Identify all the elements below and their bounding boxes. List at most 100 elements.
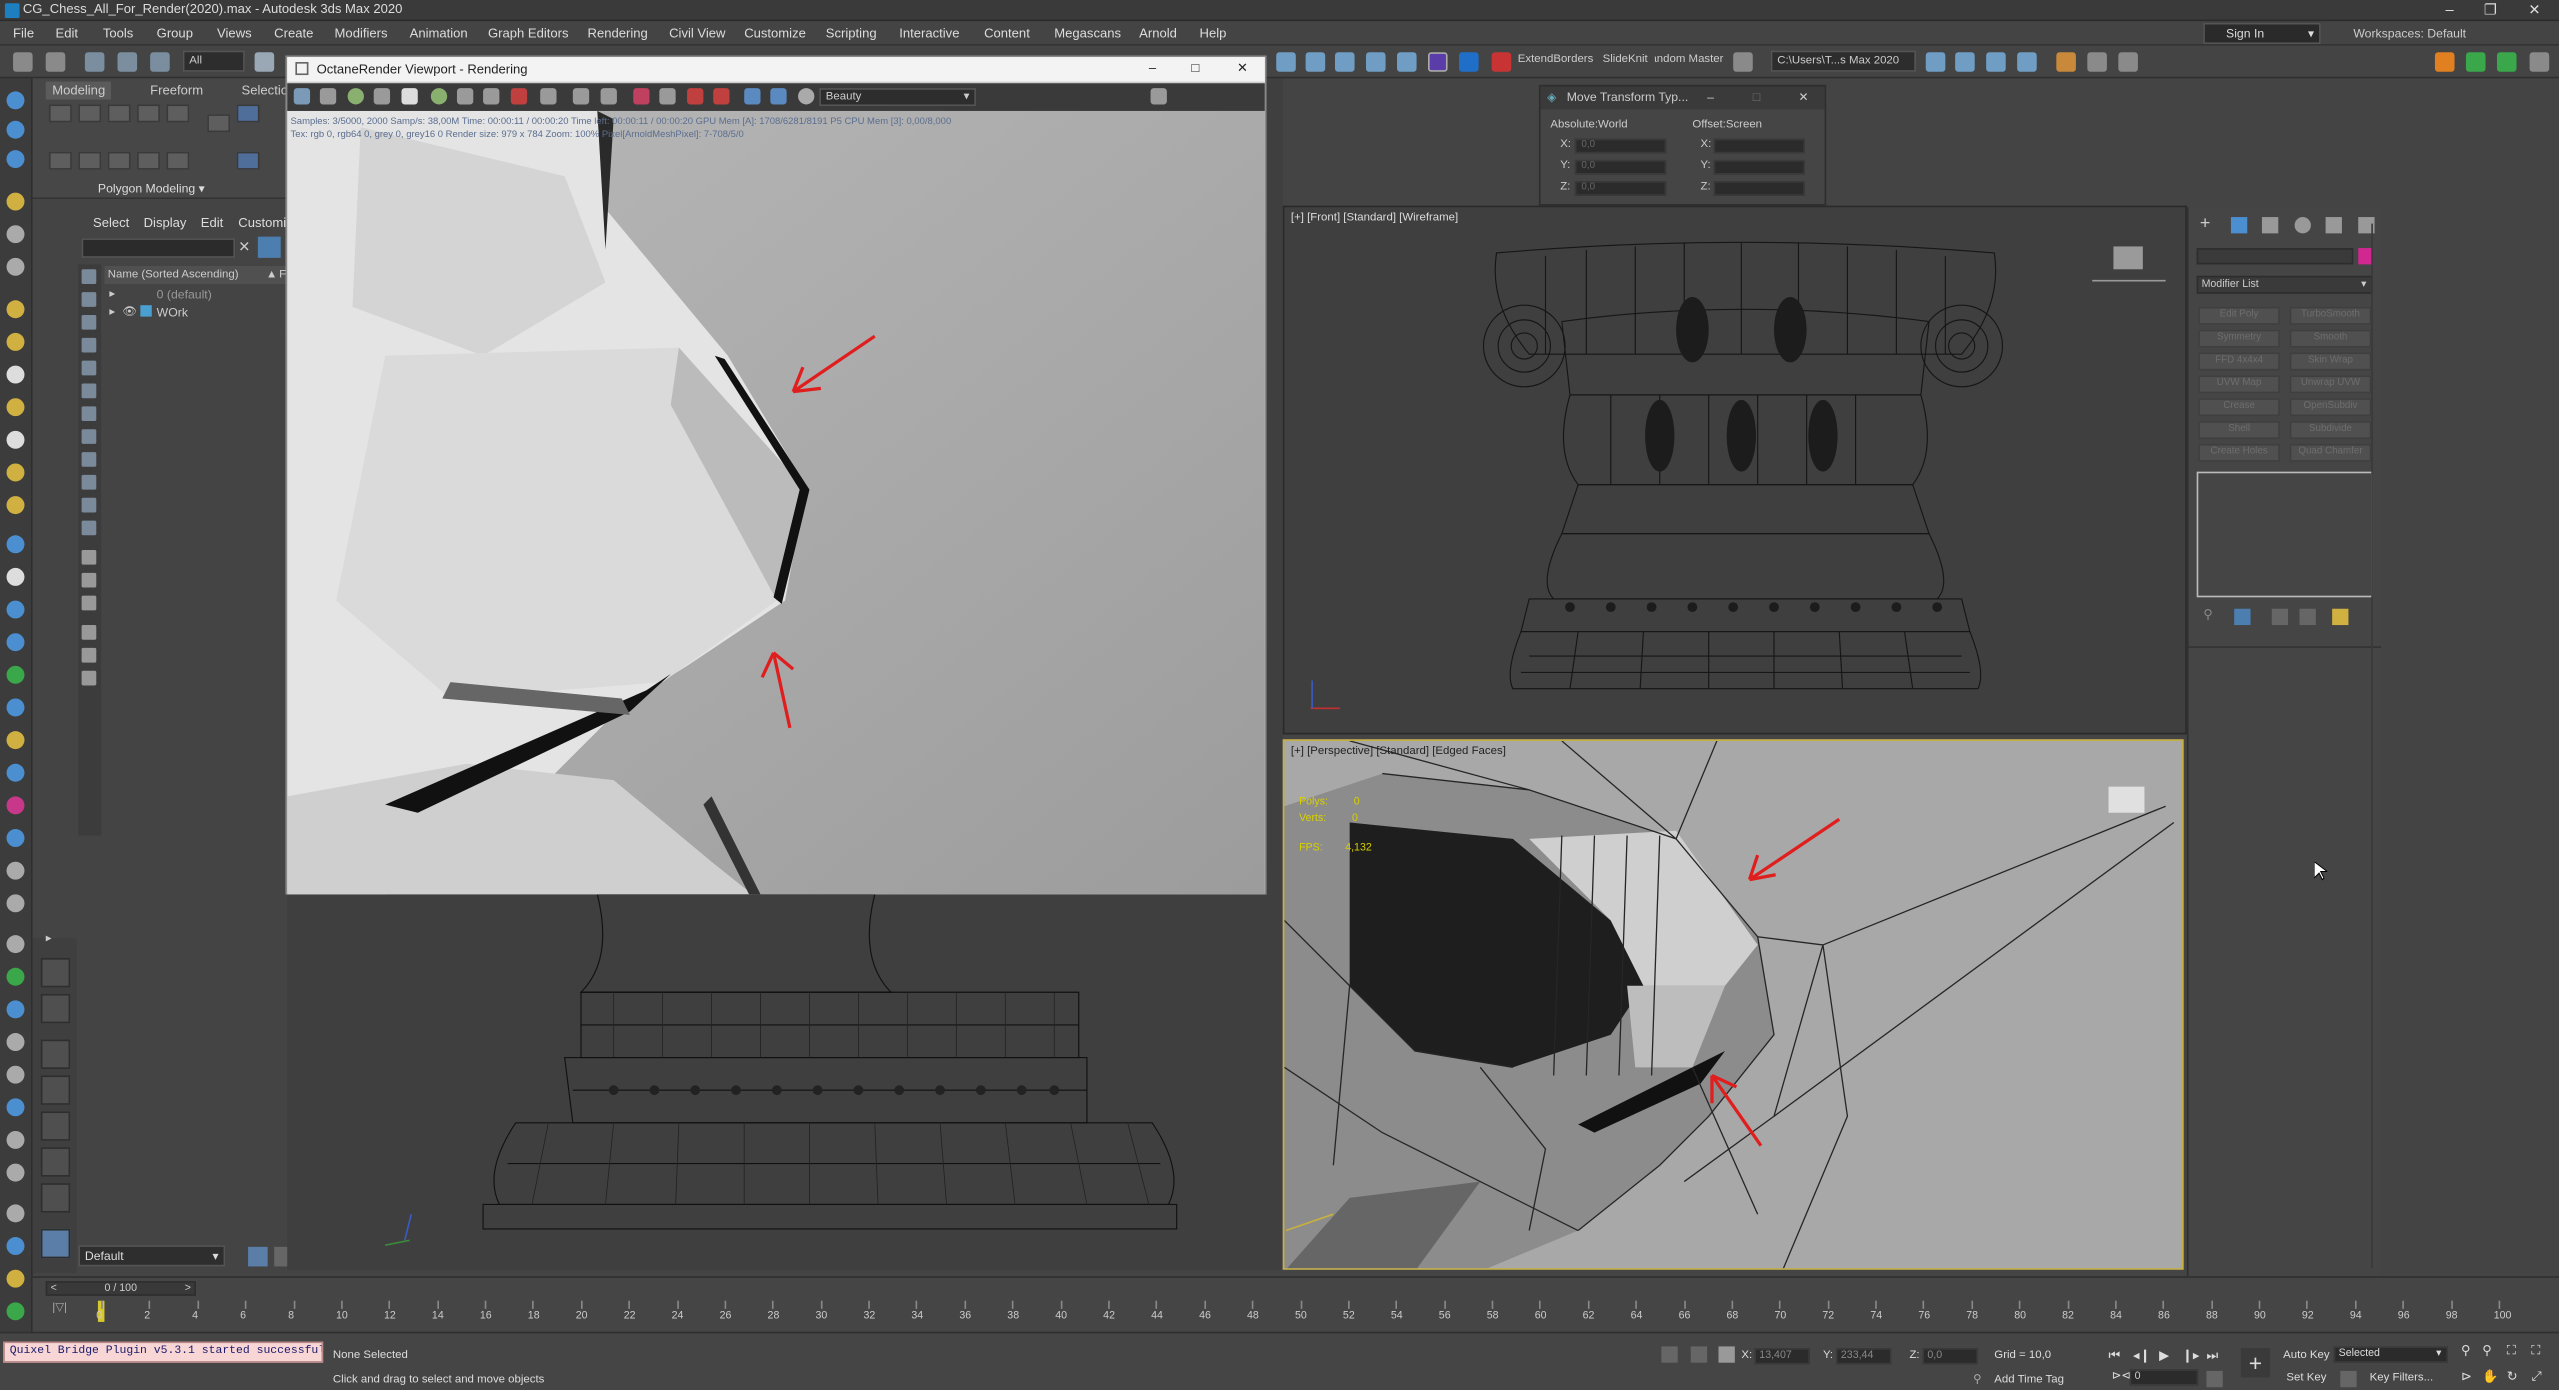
scene-search-input[interactable] [81,238,236,258]
configure-modifier-icon[interactable] [2332,608,2349,626]
spline-icon[interactable] [6,567,25,586]
close-button[interactable]: ✕ [2513,0,2555,21]
tool-icon-6[interactable] [6,1098,25,1117]
modifier-button-skin-wrap[interactable]: Skin Wrap [2289,352,2372,371]
motion-tab-icon[interactable] [2294,217,2311,234]
key-selection-dropdown[interactable]: Selected ▾ [2333,1346,2448,1363]
sun-light-icon[interactable] [6,463,25,482]
ribbon-tool-6[interactable] [207,114,231,133]
auto-key-button[interactable]: Auto Key [2283,1350,2329,1361]
modifier-button-edit-poly[interactable]: Edit Poly [2198,306,2280,325]
modifier-button-subdivide[interactable]: Subdivide [2289,421,2372,440]
menu-rendering[interactable]: Rendering [588,26,648,41]
cylinder-primitive-icon[interactable] [6,365,25,384]
scene-tab-edit[interactable]: Edit [201,215,224,230]
railclone-plugin-icon[interactable] [2496,52,2517,72]
utility-tool-icon[interactable] [6,829,25,848]
octane-pick-icon[interactable] [540,88,557,105]
object-name-field[interactable] [2196,248,2354,265]
time-slider-next-icon[interactable]: > [185,1283,191,1294]
hidden-filter-icon[interactable] [81,520,97,536]
menu-graph-editors[interactable]: Graph Editors [488,26,569,41]
tool-icon-11[interactable] [6,1269,25,1288]
light-filter-icon[interactable] [81,314,97,330]
help-icon[interactable] [2118,52,2138,72]
abs-y-field[interactable]: 0,0 [1574,159,1667,175]
layout-tab-6[interactable] [40,1147,71,1177]
forest-plugin-icon[interactable] [2465,52,2486,72]
octane-copy-icon[interactable] [319,88,337,105]
ribbon-tool-11[interactable] [137,151,160,170]
octane-settings-icon[interactable] [798,88,815,105]
random-master-button[interactable]: Random Master [1655,54,1724,65]
octane-pause-icon[interactable] [401,88,418,105]
tool-icon-3[interactable] [6,1000,25,1019]
material-editor-icon[interactable] [2087,52,2107,72]
compound-icon[interactable] [6,600,25,619]
material-ball-icon[interactable] [6,731,25,750]
time-slider[interactable]: < 0 / 100 > [45,1281,196,1296]
octane-lock-icon[interactable] [600,88,617,105]
hierarchy-tool-icon[interactable] [6,150,25,169]
abs-z-field[interactable]: 0,0 [1574,181,1667,196]
panel-scrollbar[interactable] [2371,223,2373,1269]
camera-filter-icon[interactable] [81,337,97,353]
octane-region-icon[interactable] [510,88,528,105]
polygon-modeling-panel[interactable]: Polygon Modeling ▾ [98,181,205,196]
expand-arrow-icon[interactable]: ▸ [109,305,115,318]
modify-tool-icon[interactable] [6,120,25,139]
tool-icon-1[interactable] [6,935,25,954]
foliage-icon[interactable] [6,665,25,684]
modifier-button-ffd-4x4x4[interactable]: FFD 4x4x4 [2198,352,2280,371]
menu-edit[interactable]: Edit [55,26,78,41]
modifier-button-symmetry[interactable]: Symmetry [2198,329,2280,348]
make-unique-icon[interactable] [2271,608,2289,626]
bind-space-warp-icon[interactable] [150,52,170,72]
menu-help[interactable]: Help [1200,26,1227,41]
ribbon-tool-9[interactable] [78,151,102,170]
octane-render-canvas[interactable]: Samples: 3/5000, 2000 Samp/s: 38,00M Tim… [287,110,1265,895]
modifier-button-opensubdiv[interactable]: OpenSubdiv [2289,398,2372,417]
layer-dropdown[interactable]: Default ▾ [78,1245,226,1267]
orbit-icon[interactable]: ↻ [2507,1369,2518,1384]
visibility-eye-icon[interactable]: 👁 [122,305,137,318]
light-tool-icon[interactable] [6,192,25,211]
project-folder-icon[interactable] [1925,52,1946,72]
go-to-start-icon[interactable]: ⏮ [2109,1348,2121,1364]
bone-filter-icon[interactable] [81,452,97,467]
octane-camera-icon[interactable] [770,88,787,105]
viewcube-front-icon[interactable] [2113,246,2143,270]
modifier-button-uvw-map[interactable]: UVW Map [2198,375,2280,394]
modifier-button-quad-chamfer[interactable]: Quad Chamfer [2289,443,2372,462]
ribbon-tool-13[interactable] [236,151,260,170]
grid-script-icon[interactable] [1733,52,1753,72]
menu-modifiers[interactable]: Modifiers [335,26,388,41]
environment-icon[interactable] [2056,52,2076,72]
octane-viewport-icon[interactable] [744,88,761,105]
modifier-button-turbosmooth[interactable]: TurboSmooth [2289,306,2372,325]
layer-explorer-icon[interactable] [1365,52,1386,72]
layout-tab-1[interactable] [40,957,71,988]
filter-toggle-icon[interactable] [81,647,97,663]
zoom-icon[interactable]: ⚲ [2461,1343,2471,1358]
x-coord-field[interactable]: 13,407 [1754,1348,1810,1365]
scene-explorer-icon[interactable] [1334,52,1355,72]
menu-interactive[interactable]: Interactive [899,26,959,41]
layer-sort-icon[interactable] [81,670,97,686]
move-transform-title-bar[interactable]: ◈ Move Transform Typ... – □ ✕ [1540,86,1825,110]
slideknit-button[interactable]: SlideKnit [1603,54,1648,65]
layout-tab-7[interactable] [40,1183,71,1213]
mirror-icon[interactable] [1276,52,1296,72]
helper-tool-icon[interactable] [6,257,25,276]
display-tool-icon[interactable] [6,861,25,880]
ae-script-icon[interactable] [1428,52,1448,72]
cone-primitive-icon[interactable] [6,430,25,449]
octane-restart-icon[interactable] [347,88,364,105]
menu-scripting[interactable]: Scripting [826,26,877,41]
pin-stack-icon[interactable]: ⚲ [2203,607,2213,622]
octane-focus-icon[interactable] [456,88,474,105]
tool-icon-12[interactable] [6,1302,25,1321]
remove-modifier-icon[interactable] [2299,608,2316,626]
octane-maximize-button[interactable]: □ [1191,60,1199,75]
render-tool-icon[interactable] [6,763,25,782]
